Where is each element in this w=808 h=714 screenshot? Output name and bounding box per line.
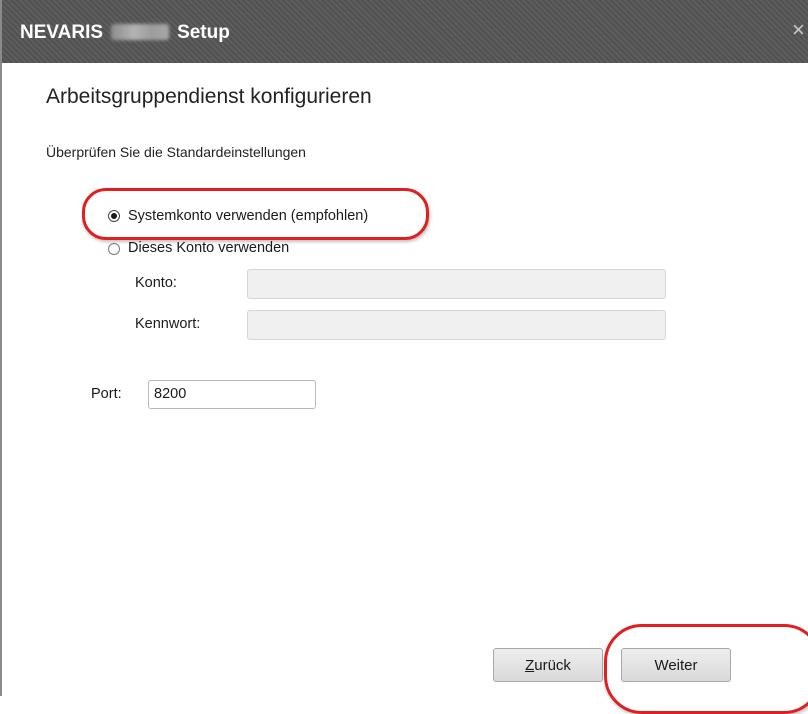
radio-checked-icon[interactable] [108, 210, 120, 222]
radio-unchecked-icon[interactable] [108, 243, 120, 255]
radio-system-account-label: Systemkonto verwenden (empfohlen) [128, 208, 369, 224]
konto-field [247, 269, 666, 299]
next-button[interactable]: Weiter [621, 648, 731, 682]
title-prefix: NEVARIS [20, 22, 104, 43]
window-title: NEVARIS Setup [20, 22, 230, 44]
title-suffix: Setup [177, 22, 230, 43]
back-button[interactable]: Zurück [493, 648, 603, 682]
page-title: Arbeitsgruppendienst konfigurieren [46, 85, 372, 108]
back-button-label: urück [534, 656, 571, 674]
radio-custom-account-label: Dieses Konto verwenden [128, 240, 290, 256]
radio-system-account[interactable]: Systemkonto verwenden (empfohlen) [108, 206, 368, 226]
redacted-version [111, 24, 170, 40]
konto-label: Konto: [135, 275, 177, 291]
port-input[interactable]: 8200 [148, 380, 316, 409]
setup-window: NEVARIS Setup × Arbeitsgruppendienst konf… [0, 0, 808, 714]
back-button-mnemonic: Z [525, 656, 535, 674]
title-bar[interactable]: NEVARIS Setup × [2, 0, 808, 63]
kennwort-field [247, 310, 666, 340]
radio-custom-account[interactable]: Dieses Konto verwenden [108, 240, 289, 257]
kennwort-label: Kennwort: [135, 316, 201, 332]
close-icon[interactable]: × [792, 18, 805, 42]
port-label: Port: [91, 386, 122, 402]
page-subtitle: Überprüfen Sie die Standardeinstellungen [46, 144, 306, 160]
